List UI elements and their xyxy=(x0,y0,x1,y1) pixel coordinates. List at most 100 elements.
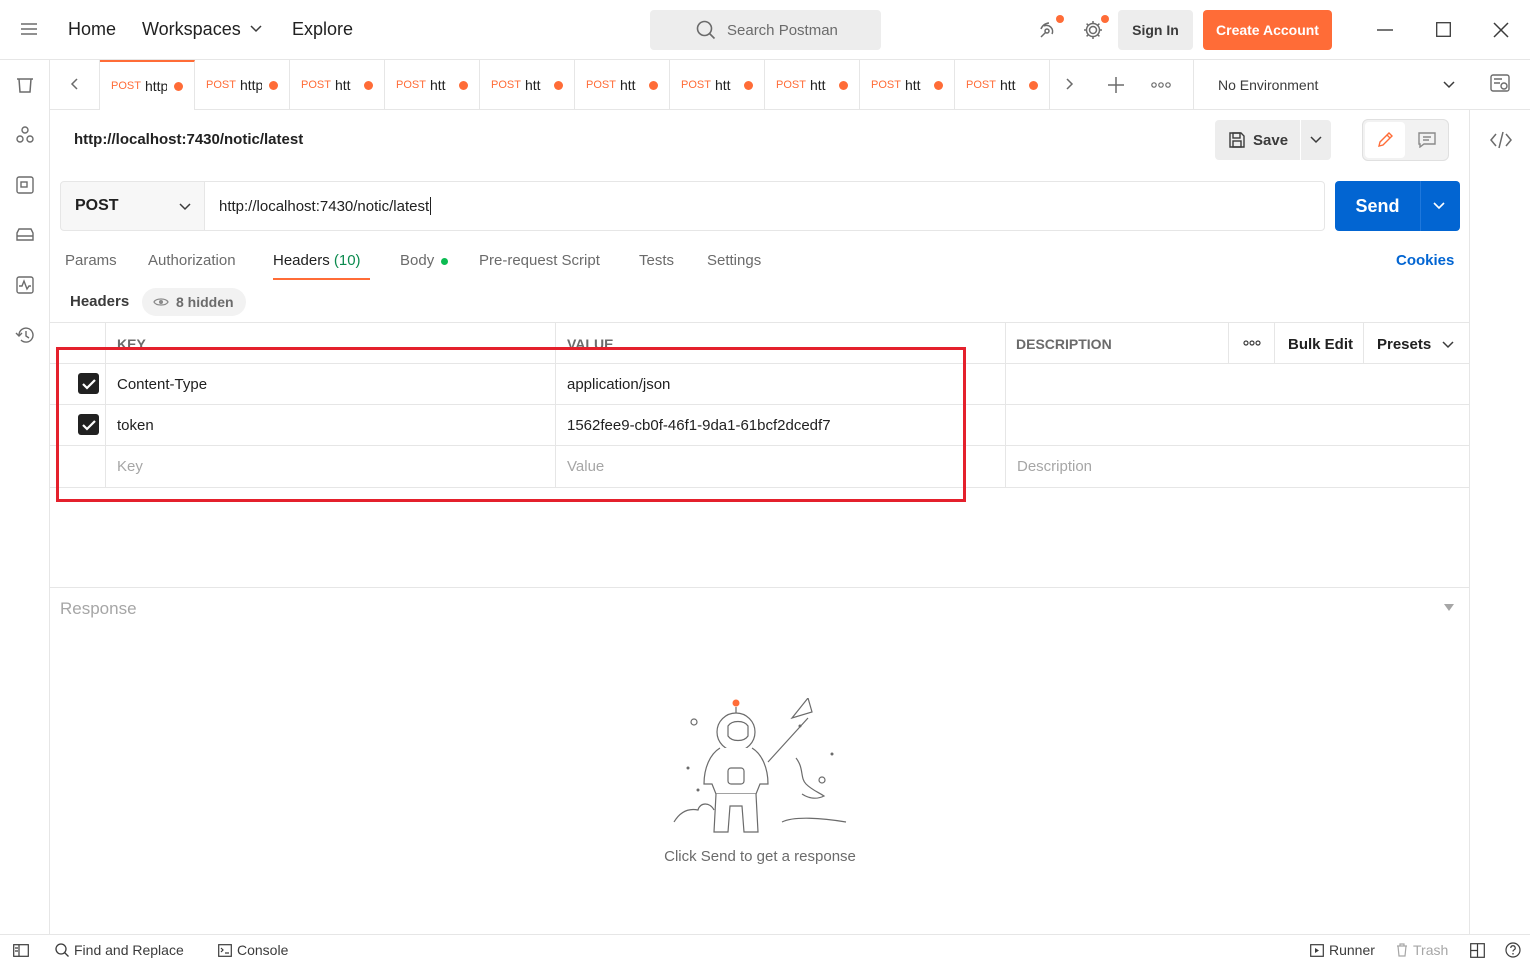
chevron-down-icon[interactable] xyxy=(1442,341,1454,349)
request-tab-url: htt xyxy=(714,77,731,93)
nav-explore[interactable]: Explore xyxy=(292,19,353,40)
find-and-replace-button[interactable]: Find and Replace xyxy=(55,942,184,958)
close-icon[interactable] xyxy=(1493,22,1509,38)
code-snippet-icon[interactable] xyxy=(1490,131,1512,149)
send-button-group: Send xyxy=(1335,181,1460,231)
request-tab-url: htt xyxy=(999,77,1016,93)
request-tab-method: POST xyxy=(776,79,806,91)
request-tab[interactable]: POST htt xyxy=(670,60,765,110)
request-tab-method: POST xyxy=(301,79,331,91)
search-icon xyxy=(696,20,716,40)
headers-count: (10) xyxy=(333,252,361,269)
sign-in-button[interactable]: Sign In xyxy=(1118,10,1193,50)
search-bar[interactable]: Search Postman xyxy=(650,10,881,50)
history-icon[interactable] xyxy=(15,325,37,345)
request-tab[interactable]: POST htt xyxy=(860,60,955,110)
console-button[interactable]: Console xyxy=(218,942,288,958)
monitors-icon[interactable] xyxy=(15,275,35,295)
satellite-icon[interactable] xyxy=(1038,20,1058,40)
chevron-left-icon[interactable] xyxy=(70,78,78,90)
tab-headers-label: Headers xyxy=(273,252,330,269)
column-description: DESCRIPTION xyxy=(1016,336,1112,352)
url-input[interactable]: http://localhost:7430/notic/latest xyxy=(204,181,1325,231)
new-tab-plus-icon[interactable] xyxy=(1108,77,1124,93)
nav-workspaces[interactable]: Workspaces xyxy=(142,19,241,40)
gear-icon[interactable] xyxy=(1082,19,1104,41)
request-tab-method: POST xyxy=(586,79,616,91)
console-label: Console xyxy=(237,942,289,958)
trash-label: Trash xyxy=(1413,942,1449,958)
column-divider xyxy=(1005,323,1006,488)
save-disk-icon xyxy=(1228,131,1246,149)
unsaved-changes-dot xyxy=(648,80,658,90)
request-title[interactable]: http://localhost:7430/notic/latest xyxy=(74,131,303,148)
hamburger-menu-icon[interactable] xyxy=(20,22,38,36)
unsaved-changes-dot xyxy=(458,80,468,90)
collections-icon[interactable] xyxy=(15,75,35,95)
method-label: POST xyxy=(75,197,119,214)
nav-home[interactable]: Home xyxy=(68,19,116,40)
edit-mode-button[interactable] xyxy=(1365,122,1405,158)
minimize-icon[interactable] xyxy=(1377,29,1393,31)
save-label: Save xyxy=(1253,131,1289,149)
tab-tests[interactable]: Tests xyxy=(639,252,674,269)
tab-pre-request-script[interactable]: Pre-request Script xyxy=(479,252,600,269)
request-tab[interactable]: POST htt xyxy=(955,60,1050,110)
response-collapse-icon[interactable] xyxy=(1444,604,1454,611)
trash-button[interactable]: Trash xyxy=(1396,942,1448,958)
unsaved-changes-dot xyxy=(363,80,373,90)
find-and-replace-label: Find and Replace xyxy=(74,942,184,958)
help-icon[interactable] xyxy=(1505,942,1521,958)
table-more-options-icon[interactable] xyxy=(1243,339,1261,347)
method-select[interactable]: POST xyxy=(60,181,205,231)
save-button[interactable]: Save xyxy=(1215,120,1300,160)
response-label: Response xyxy=(60,599,137,618)
search-placeholder: Search Postman xyxy=(727,21,838,39)
request-tab[interactable]: POST htt xyxy=(765,60,860,110)
tab-body[interactable]: Body xyxy=(400,252,449,269)
view-mode-toggle xyxy=(1362,119,1449,161)
maximize-icon[interactable] xyxy=(1436,22,1451,37)
send-button[interactable]: Send xyxy=(1335,181,1420,231)
hidden-headers-toggle[interactable]: 8 hidden xyxy=(142,288,246,316)
apis-icon[interactable] xyxy=(15,125,35,145)
tab-body-label: Body xyxy=(400,252,435,269)
send-options-chevron-icon[interactable] xyxy=(1433,202,1445,210)
presets-button[interactable]: Presets xyxy=(1377,336,1431,353)
tab-settings[interactable]: Settings xyxy=(707,252,761,269)
environment-selector[interactable]: No Environment xyxy=(1193,60,1469,110)
unsaved-changes-dot xyxy=(838,80,848,90)
comments-mode-button[interactable] xyxy=(1407,122,1447,158)
request-tab-url: http xyxy=(239,77,262,93)
chevron-down-icon xyxy=(179,203,191,211)
request-tab[interactable]: POST http xyxy=(195,60,290,110)
tab-headers[interactable]: Headers (10) xyxy=(273,252,361,269)
more-options-icon[interactable] xyxy=(1151,81,1171,89)
unsaved-changes-dot xyxy=(1028,80,1038,90)
cookies-link[interactable]: Cookies xyxy=(1396,252,1454,269)
request-tab-url: htt xyxy=(809,77,826,93)
chevron-right-icon[interactable] xyxy=(1066,78,1074,90)
tab-authorization[interactable]: Authorization xyxy=(148,252,236,269)
request-tab[interactable]: POST htt xyxy=(385,60,480,110)
request-tab[interactable]: POST htt xyxy=(480,60,575,110)
request-tab[interactable]: POST htt xyxy=(290,60,385,110)
bulk-edit-button[interactable]: Bulk Edit xyxy=(1288,336,1353,353)
settings-notification-dot xyxy=(1101,15,1109,23)
request-tab[interactable]: POST http xyxy=(100,60,195,110)
two-pane-view-icon[interactable] xyxy=(1470,943,1485,958)
runner-button[interactable]: Runner xyxy=(1310,942,1375,958)
environment-quick-look-icon[interactable] xyxy=(1490,73,1510,93)
create-account-button[interactable]: Create Account xyxy=(1203,10,1332,50)
request-tab-method: POST xyxy=(396,79,426,91)
save-options-chevron-icon[interactable] xyxy=(1310,136,1322,144)
request-tab-url: htt xyxy=(429,77,446,93)
tab-params[interactable]: Params xyxy=(65,252,117,269)
new-description-input[interactable]: Description xyxy=(1017,458,1092,475)
mock-servers-icon[interactable] xyxy=(15,225,35,245)
chevron-down-icon[interactable] xyxy=(250,25,262,33)
environments-icon[interactable] xyxy=(15,175,35,195)
request-tab[interactable]: POST htt xyxy=(575,60,670,110)
toggle-sidebar-icon[interactable] xyxy=(13,944,29,957)
response-empty-hint: Click Send to get a response xyxy=(664,848,856,865)
